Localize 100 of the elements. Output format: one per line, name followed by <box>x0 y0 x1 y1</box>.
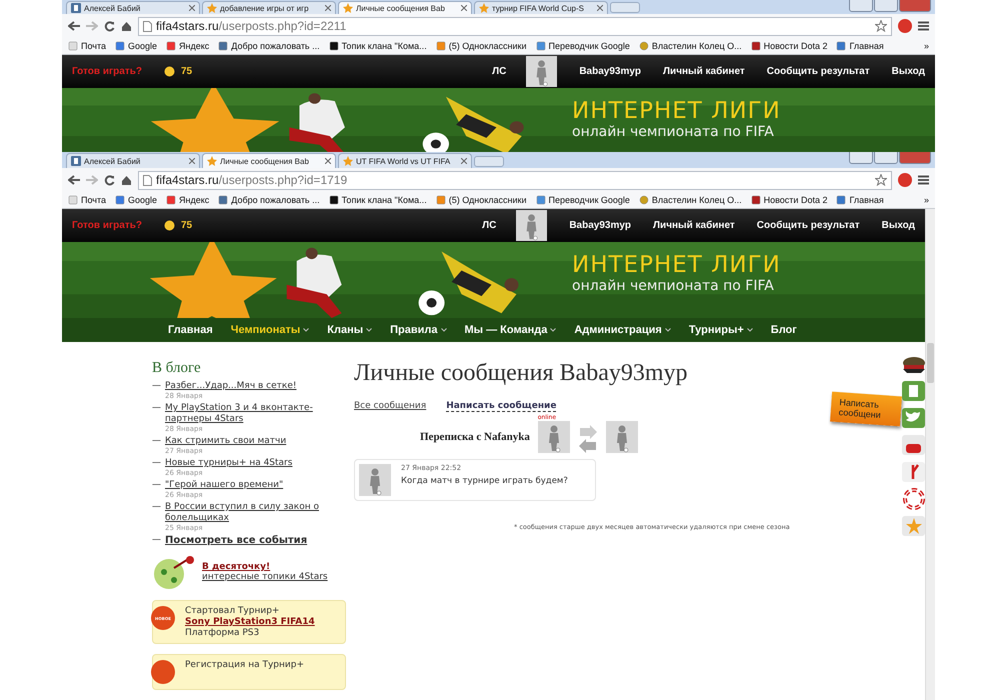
bookmark[interactable]: Почта <box>68 195 106 205</box>
home-icon[interactable] <box>121 174 132 186</box>
message-tab[interactable]: Написать сообщение <box>446 401 556 412</box>
browser-tab[interactable]: Личные сообщения Bab <box>338 1 472 14</box>
blog-link[interactable]: В России вступил в силу закон о болельщиках <box>165 502 352 524</box>
bookmark[interactable]: Новости Dota 2 <box>750 195 828 205</box>
coin-count: 75 <box>180 66 192 77</box>
bookmark[interactable]: Добро пожаловать ... <box>218 41 320 51</box>
minimize-button[interactable] <box>849 152 873 164</box>
bookmark[interactable]: Новости Dota 2 <box>750 41 828 51</box>
browser-tab[interactable]: UT FIFA World vs UT FIFA <box>338 153 472 168</box>
nav-item[interactable]: Администрация <box>574 324 671 336</box>
bookmark[interactable]: Топик клана "Кома... <box>328 195 427 205</box>
play-prompt[interactable]: Готов играть? <box>72 66 142 77</box>
blog-link[interactable]: Разбег...Удар...Мяч в сетке! <box>165 381 296 392</box>
header-link[interactable]: Выход <box>882 220 915 231</box>
nav-item[interactable]: Турниры+ <box>688 324 753 336</box>
caret-icon <box>550 328 556 332</box>
adblock-icon[interactable] <box>898 173 912 187</box>
bookmark[interactable]: Властелин Колец О... <box>638 195 742 205</box>
close-icon[interactable] <box>189 158 195 164</box>
bookmark[interactable]: Яндекс <box>166 41 210 51</box>
bookmark[interactable]: (5) Одноклассники <box>436 41 526 51</box>
all-events-link[interactable]: Посмотреть все события <box>165 535 308 546</box>
browser-tab[interactable]: Алексей Бабий <box>66 1 200 14</box>
address-field[interactable]: fifa4stars.ru/userposts.php?id=2211 <box>138 16 892 36</box>
feedback-tab[interactable]: Написать сообщени <box>830 392 902 426</box>
star-outline-icon[interactable] <box>875 174 887 186</box>
reload-icon[interactable] <box>104 174 115 186</box>
messages-link[interactable]: ЛС <box>492 66 506 77</box>
promo-title[interactable]: В десяточку! <box>202 562 328 572</box>
bookmark-icon <box>750 41 761 51</box>
reload-icon[interactable] <box>104 20 115 32</box>
page-icon <box>143 20 152 32</box>
bookmark[interactable]: Властелин Колец О... <box>638 41 742 51</box>
close-icon[interactable] <box>325 158 331 164</box>
vk-icon[interactable] <box>901 380 925 402</box>
nav-item[interactable]: Мы — Команда <box>464 324 556 336</box>
yandex-icon[interactable] <box>901 461 925 483</box>
bookmark[interactable]: Почта <box>68 41 106 51</box>
bookmark[interactable]: Google <box>115 195 158 205</box>
twitter-icon[interactable] <box>901 407 925 429</box>
browser-tab[interactable]: Личные сообщения Bab <box>202 153 336 168</box>
sidebar-title: В блоге <box>152 360 202 377</box>
nav-item[interactable]: Чемпионаты <box>230 324 310 336</box>
username-link[interactable]: Babay93myp <box>569 220 632 231</box>
avatar <box>359 464 391 496</box>
star-outline-icon[interactable] <box>875 20 887 32</box>
close-icon[interactable] <box>325 5 331 11</box>
nav-item[interactable]: Главная <box>168 324 213 336</box>
home-icon[interactable] <box>121 20 132 32</box>
header-link[interactable]: Сообщить результат <box>756 220 860 231</box>
close-icon[interactable] <box>461 5 467 11</box>
more-bookmarks[interactable]: » <box>924 41 929 51</box>
address-field[interactable]: fifa4stars.ru/userposts.php?id=1719 <box>138 170 892 190</box>
promo-link[interactable]: интересные топики 4Stars <box>202 572 328 582</box>
tournament-link[interactable]: Sony PlayStation3 FIFA14 <box>185 617 315 627</box>
browser-tab[interactable]: добавление игры от игр <box>202 1 336 14</box>
blog-link[interactable]: Как стримить свои матчи <box>165 436 286 447</box>
close-icon[interactable] <box>597 5 603 11</box>
header-link[interactable]: Личный кабинет <box>663 66 745 77</box>
play-prompt[interactable]: Готов играть? <box>72 220 142 231</box>
lifebuoy-icon[interactable] <box>901 488 925 510</box>
more-bookmarks[interactable]: » <box>924 195 929 205</box>
bookmark[interactable]: Главная <box>836 195 884 205</box>
browser-tab[interactable]: Алексей Бабий <box>66 153 200 168</box>
video-icon[interactable] <box>901 434 925 456</box>
bookmark[interactable]: Переводчик Google <box>536 41 630 51</box>
bookmark[interactable]: Яндекс <box>166 195 210 205</box>
bookmark[interactable]: Добро пожаловать ... <box>218 195 320 205</box>
nav-item[interactable]: Правила <box>390 324 446 336</box>
header-link[interactable]: Сообщить результат <box>766 66 870 77</box>
close-icon[interactable] <box>189 5 195 11</box>
menu-icon[interactable] <box>918 21 929 31</box>
browser-tab[interactable]: турнир FIFA World Cup-S <box>474 1 608 14</box>
message-tab[interactable]: Все сообщения <box>354 401 426 412</box>
header-link[interactable]: Выход <box>892 66 925 77</box>
blog-link[interactable]: My PlayStation 3 и 4 вконтакте-партнеры 4Stars <box>165 403 352 425</box>
back-icon[interactable] <box>68 21 80 31</box>
adblock-icon[interactable] <box>898 19 912 33</box>
nav-item[interactable]: Блог <box>770 324 797 336</box>
minimize-button[interactable] <box>849 0 873 12</box>
bookmark[interactable]: Переводчик Google <box>536 195 630 205</box>
bookmark[interactable]: Топик клана "Кома... <box>328 41 427 51</box>
bookmark-icon <box>536 195 546 205</box>
back-icon[interactable] <box>68 175 80 185</box>
close-icon[interactable] <box>461 158 467 164</box>
bookmark[interactable]: Главная <box>836 41 884 51</box>
bookmark[interactable]: (5) Одноклассники <box>436 195 526 205</box>
blog-link[interactable]: Новые турниры+ на 4Stars <box>165 458 292 469</box>
nav-item[interactable]: Кланы <box>327 324 372 336</box>
blog-link[interactable]: "Герой нашего времени" <box>165 480 284 491</box>
maximize-button[interactable] <box>874 0 898 12</box>
scrollbar[interactable] <box>925 209 935 700</box>
header-link[interactable]: Личный кабинет <box>653 220 735 231</box>
bookmark[interactable]: Google <box>115 41 158 51</box>
messages-link[interactable]: ЛС <box>482 220 496 231</box>
username-link[interactable]: Babay93myp <box>579 66 642 77</box>
maximize-button[interactable] <box>874 152 898 164</box>
menu-icon[interactable] <box>918 175 929 185</box>
